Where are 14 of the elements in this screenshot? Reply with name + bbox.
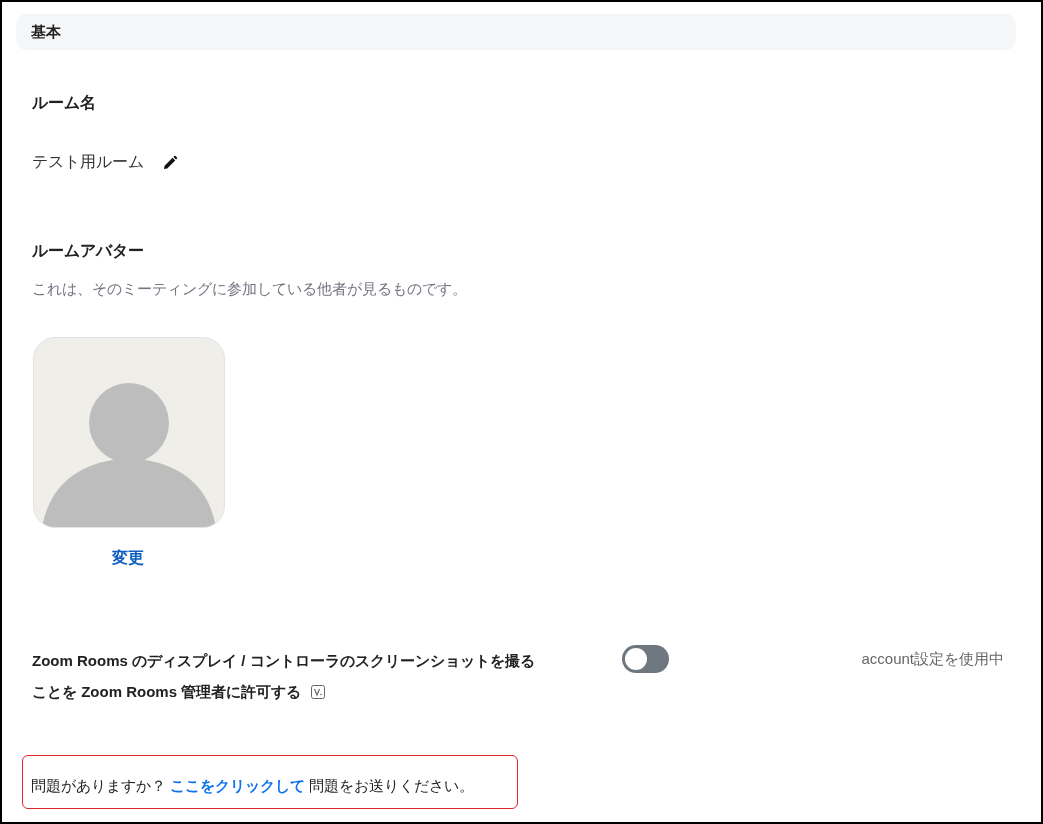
- setting-label: Zoom Rooms のディスプレイ / コントローラのスクリーンショットを撮る: [32, 651, 536, 671]
- status-text: account設定を使用中: [861, 649, 1004, 669]
- feedback-text: 問題がありますか？ ここをクリックして 問題をお送りください。: [31, 776, 475, 796]
- change-link[interactable]: 変更: [112, 548, 144, 569]
- description-text: これは、そのミーティングに参加している他者が見るものです。: [32, 280, 468, 299]
- setting-label: ことを Zoom Rooms 管理者に許可する: [32, 682, 302, 702]
- feedback-link[interactable]: ここをクリックして: [170, 776, 306, 794]
- field-label: ルーム名: [32, 93, 97, 113]
- toggle-switch[interactable]: [622, 645, 669, 673]
- field-label: ルームアバター: [32, 241, 145, 261]
- section-header: 基本: [16, 14, 1016, 50]
- info-icon[interactable]: [311, 684, 326, 699]
- room-name-text: テスト用ルーム: [32, 152, 144, 172]
- edit-icon[interactable]: [162, 154, 178, 171]
